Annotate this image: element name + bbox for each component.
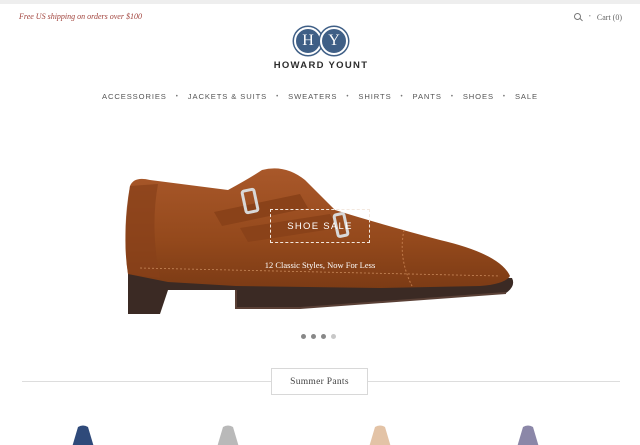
top-border	[0, 0, 640, 4]
logo-letter-h: H	[294, 27, 322, 55]
product-thumbnail[interactable]	[505, 424, 551, 445]
sale-title: SHOE SALE	[287, 220, 353, 232]
brand-logo[interactable]: H Y HOWARD YOUNT	[271, 27, 371, 71]
brand-name: HOWARD YOUNT	[273, 60, 369, 71]
nav-separator: •	[400, 93, 404, 100]
slide-dot[interactable]	[301, 334, 306, 339]
logo-letter-y: Y	[320, 27, 348, 55]
promo-banner[interactable]: Free US shipping on orders over $100	[19, 12, 142, 21]
nav-separator: •	[346, 93, 350, 100]
nav-sale[interactable]: SALE	[515, 92, 538, 101]
product-thumbnail[interactable]	[357, 424, 403, 445]
nav-shoes[interactable]: SHOES	[463, 92, 494, 101]
section-heading[interactable]: Summer Pants	[271, 368, 368, 395]
nav-sweaters[interactable]: SWEATERS	[288, 92, 337, 101]
nav-pants[interactable]: PANTS	[413, 92, 442, 101]
nav-separator: •	[502, 93, 506, 100]
search-icon[interactable]	[573, 12, 583, 22]
nav-separator: •	[276, 93, 280, 100]
main-nav: ACCESSORIES • JACKETS & SUITS • SWEATERS…	[0, 92, 640, 101]
utility-separator: •	[588, 14, 591, 20]
product-thumbnail[interactable]	[205, 424, 251, 445]
sale-button[interactable]: SHOE SALE	[270, 209, 370, 243]
slide-dot[interactable]	[311, 334, 316, 339]
cart-link[interactable]: Cart (0)	[597, 13, 622, 22]
nav-jackets-suits[interactable]: JACKETS & SUITS	[188, 92, 267, 101]
nav-shirts[interactable]: SHIRTS	[358, 92, 391, 101]
slider-pagination	[301, 334, 336, 339]
product-thumbnail[interactable]	[60, 424, 106, 445]
slide-dot[interactable]	[321, 334, 326, 339]
nav-accessories[interactable]: ACCESSORIES	[102, 92, 167, 101]
logo-monogram: H Y	[271, 27, 371, 55]
nav-separator: •	[175, 93, 179, 100]
slide-dot[interactable]	[331, 334, 336, 339]
sale-subtitle: 12 Classic Styles, Now For Less	[264, 260, 376, 270]
nav-separator: •	[450, 93, 454, 100]
utility-nav: • Cart (0)	[573, 12, 622, 22]
